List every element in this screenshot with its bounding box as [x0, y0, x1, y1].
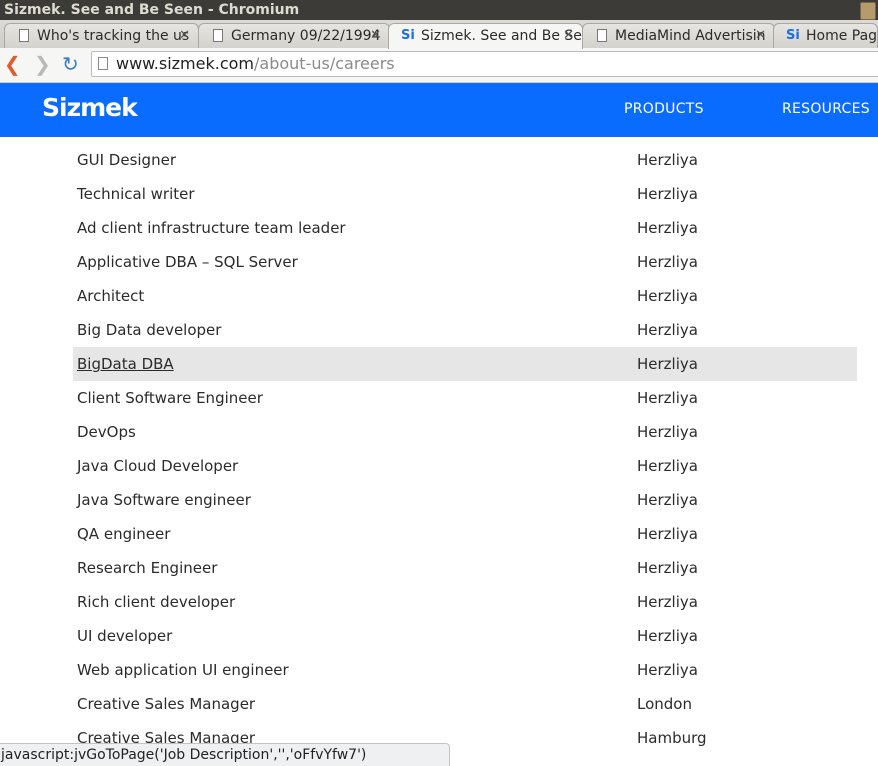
job-title-link[interactable]: Java Software engineer — [77, 491, 251, 509]
job-row[interactable]: Architect Herzliya — [73, 279, 857, 313]
tab-0[interactable]: Who's tracking the us ✕ — [4, 23, 199, 48]
nav-resources[interactable]: RESOURCES — [782, 101, 870, 117]
tab-strip: Who's tracking the us ✕ Germany 09/22/19… — [0, 20, 878, 49]
tab-label: Who's tracking the us — [37, 28, 190, 44]
window-titlebar: Sizmek. See and Be Seen - Chromium — [0, 0, 878, 20]
job-row[interactable]: UI developer Herzliya — [73, 619, 857, 653]
job-title-link[interactable]: QA engineer — [77, 525, 170, 543]
job-location: Hamburg — [637, 729, 707, 747]
job-title-link[interactable]: Technical writer — [77, 185, 195, 203]
url-host: www.sizmek.com — [116, 54, 255, 73]
job-location: Herzliya — [637, 559, 698, 577]
status-url: javascript:jvGoToPage('Job Description',… — [1, 747, 367, 763]
job-title-link[interactable]: Architect — [77, 287, 144, 305]
tab-label: MediaMind Advertisin — [615, 28, 766, 44]
reload-icon[interactable]: ↻ — [62, 53, 79, 75]
job-title-link[interactable]: BigData DBA — [77, 355, 174, 373]
url-path: /about-us/careers — [254, 54, 395, 73]
job-location: Herzliya — [637, 661, 698, 679]
tab-1[interactable]: Germany 09/22/1994 ✕ — [198, 23, 390, 48]
tab-label: Sizmek. See and Be Se — [421, 28, 582, 44]
page-icon — [19, 29, 29, 42]
job-title-link[interactable]: Rich client developer — [77, 593, 235, 611]
job-title-link[interactable]: Ad client infrastructure team leader — [77, 219, 346, 237]
url-text[interactable]: www.sizmek.com/about-us/careers — [116, 54, 395, 74]
window-indicator-icon — [860, 2, 876, 20]
close-icon[interactable]: ✕ — [755, 24, 766, 48]
job-location: Herzliya — [637, 219, 698, 237]
job-title-link[interactable]: GUI Designer — [77, 151, 176, 169]
status-bubble: javascript:jvGoToPage('Job Description',… — [0, 743, 450, 766]
job-title-link[interactable]: UI developer — [77, 627, 172, 645]
job-location: Herzliya — [637, 593, 698, 611]
sizmek-favicon-icon: Si — [401, 28, 415, 43]
job-location: Herzliya — [637, 627, 698, 645]
job-location: Herzliya — [637, 253, 698, 271]
job-location: Herzliya — [637, 287, 698, 305]
job-row[interactable]: Technical writer Herzliya — [73, 177, 857, 211]
window-title: Sizmek. See and Be Seen - Chromium — [4, 2, 300, 18]
address-bar[interactable]: www.sizmek.com/about-us/careers — [91, 51, 878, 77]
job-row[interactable]: Big Data developer Herzliya — [73, 313, 857, 347]
sizmek-logo[interactable]: Sizmek — [42, 93, 138, 122]
job-location: Herzliya — [637, 525, 698, 543]
tab-3[interactable]: MediaMind Advertisin ✕ — [582, 23, 775, 48]
job-location: Herzliya — [637, 185, 698, 203]
job-title-link[interactable]: DevOps — [77, 423, 136, 441]
close-icon[interactable]: ✕ — [563, 24, 574, 48]
sizmek-favicon-icon: Si — [786, 28, 800, 43]
job-row[interactable]: Rich client developer Herzliya — [73, 585, 857, 619]
tab-2-active[interactable]: Si Sizmek. See and Be Se ✕ — [388, 23, 583, 49]
job-row[interactable]: Java Software engineer Herzliya — [73, 483, 857, 517]
job-row[interactable]: Ad client infrastructure team leader Herz… — [73, 211, 857, 245]
browser-toolbar: ❮ ❯ ↻ www.sizmek.com/about-us/careers — [0, 48, 878, 83]
job-location: Herzliya — [637, 389, 698, 407]
job-title-link[interactable]: Research Engineer — [77, 559, 217, 577]
tab-4[interactable]: Si Home Page — [773, 23, 878, 48]
site-header: Sizmek PRODUCTS RESOURCES — [0, 83, 878, 137]
job-row[interactable]: DevOps Herzliya — [73, 415, 857, 449]
job-location: Herzliya — [637, 151, 698, 169]
job-title-link[interactable]: Web application UI engineer — [77, 661, 289, 679]
job-row[interactable]: BigData DBA Herzliya — [73, 347, 857, 381]
job-row[interactable]: Creative Sales Manager London — [73, 687, 857, 721]
page-icon — [98, 57, 108, 70]
job-location: Herzliya — [637, 457, 698, 475]
job-row[interactable]: Client Software Engineer Herzliya — [73, 381, 857, 415]
tab-label: Home Page — [806, 28, 878, 44]
job-title-link[interactable]: Client Software Engineer — [77, 389, 263, 407]
close-icon[interactable]: ✕ — [179, 24, 190, 48]
close-icon[interactable]: ✕ — [370, 24, 381, 48]
job-location: Herzliya — [637, 355, 698, 373]
job-title-link[interactable]: Big Data developer — [77, 321, 221, 339]
nav-products[interactable]: PRODUCTS — [624, 101, 704, 117]
job-title-link[interactable]: Java Cloud Developer — [77, 457, 238, 475]
job-location: London — [637, 695, 692, 713]
job-row[interactable]: Research Engineer Herzliya — [73, 551, 857, 585]
page-icon — [213, 29, 223, 42]
tab-label: Germany 09/22/1994 — [231, 28, 381, 44]
job-row[interactable]: Web application UI engineer Herzliya — [73, 653, 857, 687]
job-location: Herzliya — [637, 491, 698, 509]
job-row[interactable]: Java Cloud Developer Herzliya — [73, 449, 857, 483]
job-row[interactable]: Applicative DBA – SQL Server Herzliya — [73, 245, 857, 279]
forward-arrow-icon[interactable]: ❯ — [34, 53, 51, 75]
job-row[interactable]: GUI Designer Herzliya — [73, 143, 857, 177]
job-location: Herzliya — [637, 423, 698, 441]
job-row[interactable]: QA engineer Herzliya — [73, 517, 857, 551]
job-title-link[interactable]: Creative Sales Manager — [77, 695, 255, 713]
back-arrow-icon[interactable]: ❮ — [4, 53, 21, 75]
page-icon — [597, 29, 607, 42]
job-title-link[interactable]: Applicative DBA – SQL Server — [77, 253, 298, 271]
job-location: Herzliya — [637, 321, 698, 339]
